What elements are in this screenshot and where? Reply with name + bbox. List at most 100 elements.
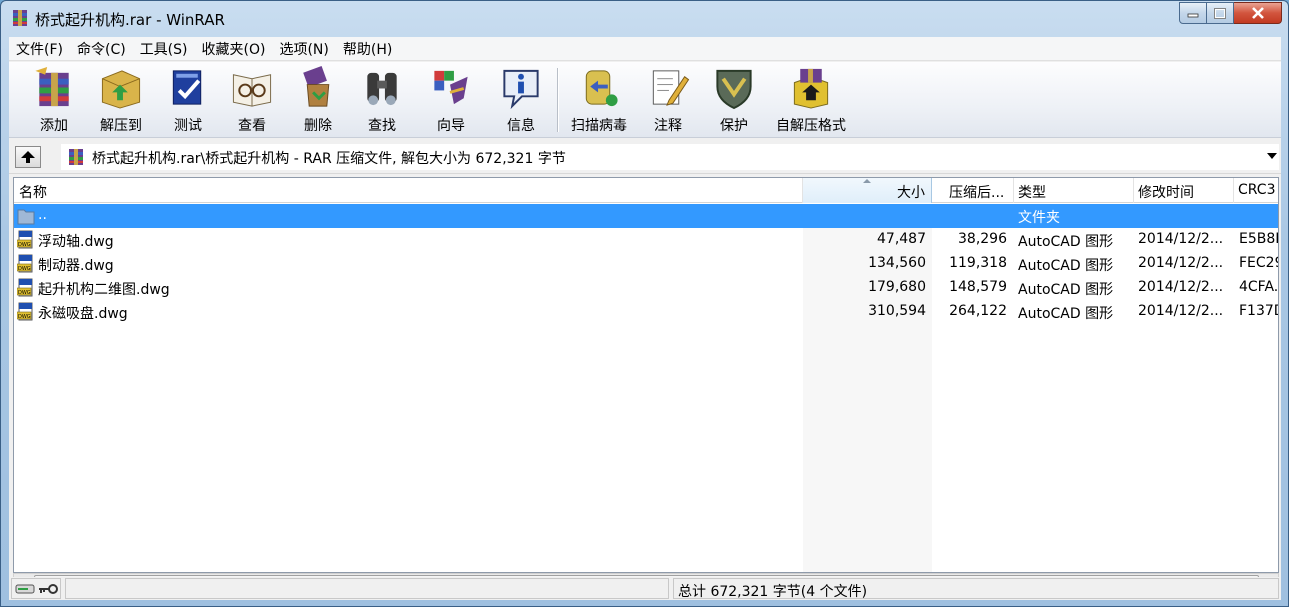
cell-packed: 119,318 <box>949 255 1007 271</box>
info-label: 信息 <box>507 118 535 134</box>
up-arrow-icon <box>21 151 35 163</box>
maximize-icon <box>1214 7 1226 19</box>
close-icon <box>1251 7 1264 19</box>
wizard-label: 向导 <box>437 118 465 134</box>
delete-icon <box>303 66 330 107</box>
test-label: 测试 <box>174 118 202 134</box>
cell-crc: E5B8E <box>1239 231 1278 247</box>
virus-scan-label: 扫描病毒 <box>571 118 627 134</box>
close-button[interactable] <box>1234 2 1282 24</box>
winrar-window: 桥式起升机构.rar - WinRAR 文件(F) 命令(C) 工具(S) 收藏… <box>0 0 1289 607</box>
table-row[interactable]: DWG 制动器.dwg 134,560 119,318 AutoCAD 图形 2014/1… <box>14 252 1278 276</box>
view-icon <box>232 74 272 107</box>
extract-to-label: 解压到 <box>100 118 142 134</box>
cell-type: 文件夹 <box>1018 210 1060 226</box>
column-type[interactable]: 类型 <box>1014 178 1134 203</box>
delete-label: 删除 <box>304 118 332 134</box>
table-row[interactable]: DWG 永磁吸盘.dwg 310,594 264,122 AutoCAD 图形 2014/… <box>14 300 1278 324</box>
toolbar-separator <box>557 68 559 132</box>
menu-tools[interactable]: 工具(S) <box>133 39 195 59</box>
wizard-button[interactable]: 向导 <box>419 65 483 135</box>
cell-type: AutoCAD 图形 <box>1018 306 1114 322</box>
file-rows: .. 文件夹 DWG 浮动轴.dwg 47,487 38,296 AutoCAD 图形 201… <box>14 204 1278 324</box>
archive-path: 桥式起升机构.rar\桥式起升机构 - RAR 压缩文件, 解包大小为 672,… <box>92 151 566 167</box>
minimize-button[interactable] <box>1179 2 1207 24</box>
view-button[interactable]: 查看 <box>223 65 281 135</box>
comment-button[interactable]: 注释 <box>639 65 697 135</box>
window-title: 桥式起升机构.rar - WinRAR <box>35 11 225 29</box>
column-name[interactable]: 名称 <box>14 178 803 203</box>
cell-crc: FEC29 <box>1239 255 1278 271</box>
cell-type: AutoCAD 图形 <box>1018 234 1114 250</box>
info-button[interactable]: 信息 <box>489 65 553 135</box>
path-combobox[interactable]: 桥式起升机构.rar\桥式起升机构 - RAR 压缩文件, 解包大小为 672,… <box>61 144 1279 170</box>
dwg-file-icon: DWG <box>17 230 33 249</box>
cell-packed: 264,122 <box>949 303 1007 319</box>
table-row[interactable]: DWG 起升机构二维图.dwg 179,680 148,579 AutoCAD 图形 20… <box>14 276 1278 300</box>
column-mtime[interactable]: 修改时间 <box>1134 178 1234 203</box>
test-button[interactable]: 测试 <box>159 65 217 135</box>
menu-file[interactable]: 文件(F) <box>9 39 70 59</box>
winrar-archive-icon <box>13 10 27 26</box>
menu-bar: 文件(F) 命令(C) 工具(S) 收藏夹(O) 选项(N) 帮助(H) <box>9 37 1281 61</box>
status-panel-summary: 总计 672,321 字节(4 个文件) <box>673 578 1279 600</box>
wizard-icon <box>434 70 468 105</box>
column-headers: 名称 大小 压缩后... 类型 修改时间 CRC3 <box>14 178 1278 203</box>
virus-scan-button[interactable]: 扫描病毒 <box>564 65 634 135</box>
sfx-icon <box>793 68 829 109</box>
cell-size: 179,680 <box>868 279 926 295</box>
up-folder-button[interactable] <box>15 146 41 168</box>
column-packed[interactable]: 压缩后... <box>932 178 1014 203</box>
cell-crc: F137D <box>1239 303 1278 319</box>
maximize-button[interactable] <box>1207 2 1234 24</box>
info-icon <box>503 69 539 110</box>
virus-scan-icon <box>585 70 618 107</box>
find-label: 查找 <box>368 118 396 134</box>
chevron-down-icon[interactable] <box>1267 153 1277 159</box>
minimize-icon <box>1187 13 1199 18</box>
dwg-file-icon: DWG <box>17 278 33 297</box>
cell-name: 制动器.dwg <box>38 258 114 274</box>
sfx-button[interactable]: 自解压格式 <box>771 65 851 135</box>
menu-commands[interactable]: 命令(C) <box>70 39 133 59</box>
cell-mtime: 2014/12/2... <box>1138 231 1224 247</box>
column-size[interactable]: 大小 <box>803 178 932 203</box>
add-button[interactable]: 添加 <box>19 65 89 135</box>
menu-options[interactable]: 选项(N) <box>272 39 335 59</box>
cell-name: 浮动轴.dwg <box>38 234 114 250</box>
status-icons[interactable] <box>11 578 61 599</box>
file-list[interactable]: 名称 大小 压缩后... 类型 修改时间 CRC3 .. 文件夹 DWG 浮动轴.dw… <box>13 177 1279 573</box>
delete-button[interactable]: 删除 <box>289 65 347 135</box>
status-panel-left <box>65 578 669 599</box>
dwg-file-icon: DWG <box>17 254 33 273</box>
column-crc[interactable]: CRC3 <box>1234 178 1278 203</box>
drive-icon <box>15 584 35 594</box>
sort-arrow-icon <box>863 179 871 183</box>
winrar-archive-icon <box>69 149 83 165</box>
cell-packed: 38,296 <box>958 231 1007 247</box>
toolbar: 添加 解压到 测试 查看 删除 查找 向导 信息 扫描病毒 注释 保护 自解压格… <box>9 62 1281 138</box>
cell-size: 134,560 <box>868 255 926 271</box>
protect-icon <box>716 69 752 110</box>
cell-mtime: 2014/12/2... <box>1138 303 1224 319</box>
extract-to-icon <box>101 70 141 109</box>
add-icon <box>35 66 69 107</box>
menu-help[interactable]: 帮助(H) <box>336 39 399 59</box>
key-icon <box>39 584 58 594</box>
status-summary: 总计 672,321 字节(4 个文件) <box>678 584 868 600</box>
test-icon <box>172 70 202 105</box>
table-row[interactable]: DWG 浮动轴.dwg 47,487 38,296 AutoCAD 图形 2014/12/… <box>14 228 1278 252</box>
svg-text:DWG: DWG <box>18 266 31 272</box>
protect-button[interactable]: 保护 <box>705 65 763 135</box>
dwg-file-icon: DWG <box>17 302 33 321</box>
find-button[interactable]: 查找 <box>353 65 411 135</box>
cell-size: 310,594 <box>868 303 926 319</box>
extract-to-button[interactable]: 解压到 <box>89 65 153 135</box>
cell-type: AutoCAD 图形 <box>1018 258 1114 274</box>
cell-size: 47,487 <box>877 231 926 247</box>
find-icon <box>367 72 397 106</box>
title-bar[interactable]: 桥式起升机构.rar - WinRAR <box>1 1 1288 37</box>
table-row[interactable]: .. 文件夹 <box>14 204 1278 228</box>
menu-favorites[interactable]: 收藏夹(O) <box>195 39 273 59</box>
cell-type: AutoCAD 图形 <box>1018 282 1114 298</box>
